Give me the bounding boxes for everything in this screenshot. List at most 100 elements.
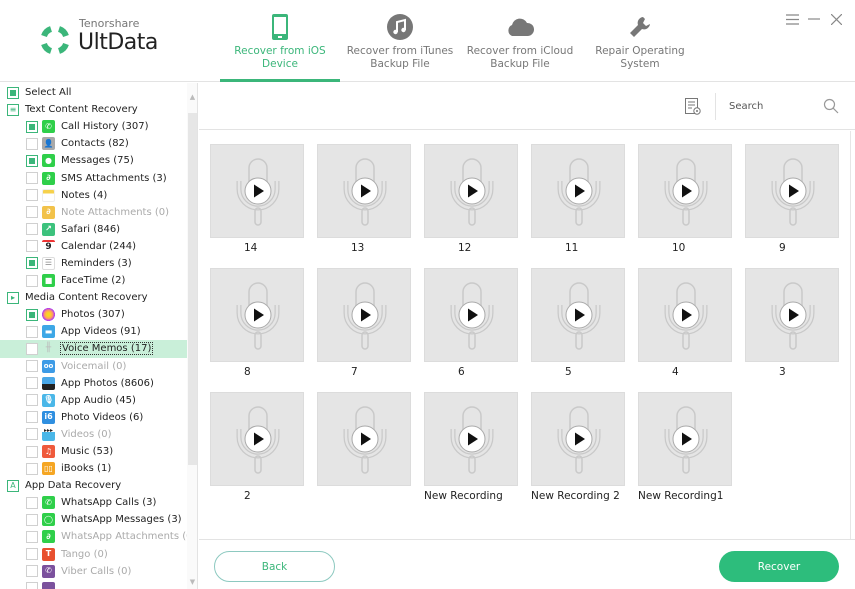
checkbox[interactable]: [26, 496, 38, 509]
recording-tile[interactable]: 11: [531, 144, 625, 268]
recording-tile[interactable]: 3: [745, 268, 839, 392]
recording-thumbnail[interactable]: [210, 392, 304, 486]
checkbox[interactable]: [26, 325, 38, 338]
sidebar-item-contacts[interactable]: 👤 Contacts (82): [0, 135, 187, 152]
recording-tile[interactable]: New Recording: [424, 392, 518, 516]
recording-tile[interactable]: 8: [210, 268, 304, 392]
select-all-checkbox[interactable]: [7, 86, 19, 99]
recording-tile[interactable]: 13: [317, 144, 411, 268]
menu-icon[interactable]: [785, 12, 799, 26]
recording-thumbnail[interactable]: [638, 392, 732, 486]
recording-thumbnail[interactable]: [638, 144, 732, 238]
sidebar-item-app-audio[interactable]: 🎙 App Audio (45): [0, 392, 187, 409]
recording-tile[interactable]: 10: [638, 144, 732, 268]
checkbox[interactable]: [26, 342, 38, 355]
recording-tile[interactable]: 7: [317, 268, 411, 392]
recording-tile[interactable]: 6: [424, 268, 518, 392]
tab-recover-icloud-backup[interactable]: Recover from iCloud Backup File: [460, 0, 580, 82]
filter-settings-icon[interactable]: [685, 98, 701, 116]
recording-thumbnail[interactable]: [317, 144, 411, 238]
sidebar-item-facetime[interactable]: ■ FaceTime (2): [0, 272, 187, 289]
checkbox[interactable]: [26, 548, 38, 561]
sidebar-item-note-attachments[interactable]: ∂ Note Attachments (0): [0, 204, 187, 221]
checkbox[interactable]: [26, 308, 38, 321]
scrollbar-thumb[interactable]: [188, 113, 197, 465]
checkbox[interactable]: [26, 565, 38, 578]
checkbox[interactable]: [26, 137, 38, 150]
sidebar-item-viber-messages[interactable]: [0, 580, 187, 589]
sidebar-item-safari[interactable]: ↗ Safari (846): [0, 221, 187, 238]
checkbox[interactable]: [26, 274, 38, 287]
sidebar-item-viber-calls[interactable]: ✆ Viber Calls (0): [0, 563, 187, 580]
select-all-row[interactable]: Select All: [0, 84, 187, 101]
group-media-content-recovery[interactable]: ▸ Media Content Recovery: [0, 289, 187, 306]
tab-repair-operating-system[interactable]: Repair Operating System: [580, 0, 700, 82]
recording-tile[interactable]: 14: [210, 144, 304, 268]
checkbox[interactable]: [26, 240, 38, 253]
checkbox[interactable]: [26, 513, 38, 526]
sidebar-item-whatsapp-calls[interactable]: ✆ WhatsApp Calls (3): [0, 494, 187, 511]
sidebar-item-photos[interactable]: Photos (307): [0, 306, 187, 323]
recording-thumbnail[interactable]: [531, 392, 625, 486]
checkbox[interactable]: [26, 206, 38, 219]
checkbox[interactable]: [26, 530, 38, 543]
back-button[interactable]: Back: [214, 551, 335, 582]
checkbox[interactable]: [26, 360, 38, 373]
sidebar-item-app-photos[interactable]: App Photos (8606): [0, 375, 187, 392]
sidebar-item-app-videos[interactable]: ▬ App Videos (91): [0, 323, 187, 340]
checkbox[interactable]: [26, 189, 38, 202]
recording-thumbnail[interactable]: [745, 268, 839, 362]
recording-thumbnail[interactable]: [424, 268, 518, 362]
recording-tile[interactable]: 12: [424, 144, 518, 268]
recover-button[interactable]: Recover: [719, 551, 839, 582]
recording-tile[interactable]: 5: [531, 268, 625, 392]
checkbox[interactable]: [26, 411, 38, 424]
sidebar-item-voicemail[interactable]: oo Voicemail (0): [0, 358, 187, 375]
checkbox[interactable]: [26, 120, 38, 133]
tab-recover-ios-device[interactable]: Recover from iOS Device: [220, 0, 340, 82]
checkbox[interactable]: [26, 377, 38, 390]
recording-tile[interactable]: 2: [210, 392, 304, 516]
recording-tile[interactable]: New Recording1: [638, 392, 732, 516]
tab-recover-itunes-backup[interactable]: Recover from iTunes Backup File: [340, 0, 460, 82]
sidebar-item-notes[interactable]: Notes (4): [0, 187, 187, 204]
group-text-content-recovery[interactable]: ≡ Text Content Recovery: [0, 101, 187, 118]
recording-thumbnail[interactable]: [424, 144, 518, 238]
sidebar-item-voice-memos[interactable]: ╫ Voice Memos (17): [0, 340, 187, 358]
recording-thumbnail[interactable]: [745, 144, 839, 238]
minimize-icon[interactable]: [807, 12, 821, 26]
sidebar-scrollbar[interactable]: ▲ ▼: [187, 83, 197, 589]
recording-thumbnail[interactable]: [210, 144, 304, 238]
checkbox[interactable]: [26, 257, 38, 270]
sidebar-item-messages[interactable]: ● Messages (75): [0, 152, 187, 169]
checkbox[interactable]: [26, 462, 38, 475]
checkbox[interactable]: [26, 154, 38, 167]
sidebar-item-ibooks[interactable]: ▯▯ iBooks (1): [0, 460, 187, 477]
checkbox[interactable]: [26, 223, 38, 236]
recording-thumbnail[interactable]: [638, 268, 732, 362]
recording-thumbnail[interactable]: [424, 392, 518, 486]
recording-thumbnail[interactable]: [210, 268, 304, 362]
sidebar-item-sms-attachments[interactable]: ∂ SMS Attachments (3): [0, 169, 187, 186]
sidebar-item-calendar[interactable]: 9 Calendar (244): [0, 238, 187, 255]
checkbox[interactable]: [26, 582, 38, 589]
recording-thumbnail[interactable]: [531, 268, 625, 362]
sidebar-item-whatsapp-attachments[interactable]: ∂ WhatsApp Attachments (0): [0, 528, 196, 545]
group-app-data-recovery[interactable]: A App Data Recovery: [0, 477, 187, 494]
close-icon[interactable]: [829, 12, 843, 26]
checkbox[interactable]: [26, 428, 38, 441]
sidebar-item-tango[interactable]: T Tango (0): [0, 546, 187, 563]
sidebar-item-videos[interactable]: ▸▸▸ Videos (0): [0, 426, 187, 443]
checkbox[interactable]: [26, 445, 38, 458]
checkbox[interactable]: [26, 172, 38, 185]
recording-tile[interactable]: [317, 392, 411, 516]
scroll-down-arrow-icon[interactable]: ▼: [187, 576, 197, 587]
recording-tile[interactable]: New Recording 2: [531, 392, 625, 516]
search-icon[interactable]: [823, 98, 839, 114]
checkbox[interactable]: [26, 394, 38, 407]
sidebar-item-music[interactable]: ♫ Music (53): [0, 443, 187, 460]
sidebar-item-call-history[interactable]: ✆ Call History (307): [0, 118, 187, 135]
scroll-up-arrow-icon[interactable]: ▲: [187, 91, 197, 102]
recording-thumbnail[interactable]: [531, 144, 625, 238]
recording-tile[interactable]: 4: [638, 268, 732, 392]
